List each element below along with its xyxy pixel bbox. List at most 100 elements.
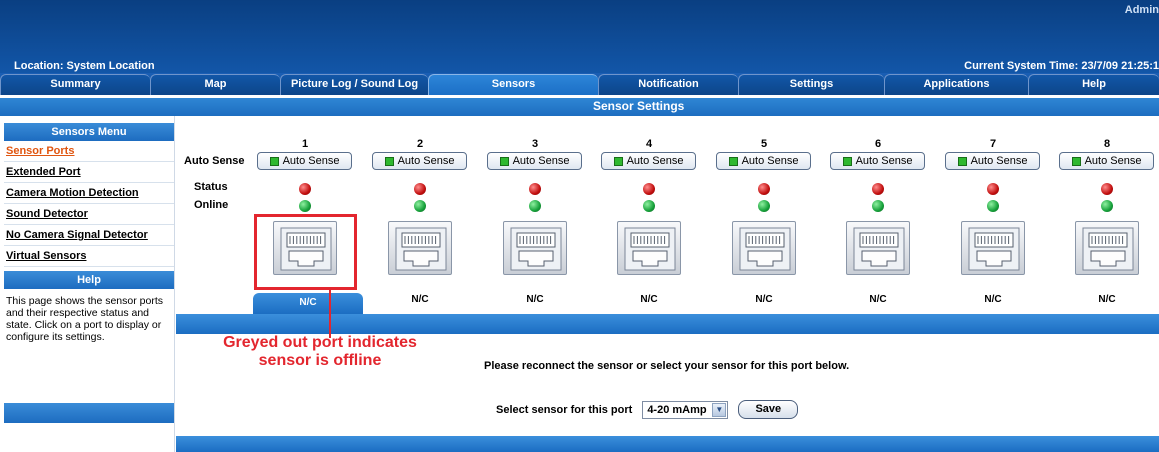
main-tabs: Summary Map Picture Log / Sound Log Sens… bbox=[0, 73, 1159, 95]
status-square-icon bbox=[842, 156, 852, 166]
annotation-callout-line bbox=[329, 290, 331, 338]
ethernet-port-icon bbox=[395, 227, 447, 271]
auto-sense-button[interactable]: Auto Sense bbox=[601, 152, 696, 170]
selected-port-tab[interactable]: N/C bbox=[253, 293, 363, 314]
port-number: 8 bbox=[1103, 138, 1111, 150]
location-label: Location: System Location bbox=[14, 60, 155, 72]
ethernet-port-icon bbox=[510, 227, 562, 271]
auto-sense-label: Auto Sense bbox=[970, 155, 1028, 167]
sidebar-item-virtual-sensors[interactable]: Virtual Sensors bbox=[4, 246, 174, 267]
port-state: N/C bbox=[869, 294, 887, 305]
sensor-port[interactable] bbox=[732, 221, 796, 275]
auto-sense-label: Auto Sense bbox=[626, 155, 684, 167]
sensor-type-value: 4-20 mAmp bbox=[647, 403, 707, 416]
auto-sense-label: Auto Sense bbox=[1084, 155, 1142, 167]
save-button[interactable]: Save bbox=[738, 400, 799, 419]
reconnect-message: Please reconnect the sensor or select yo… bbox=[484, 360, 850, 372]
status-square-icon bbox=[957, 156, 967, 166]
tab-help[interactable]: Help bbox=[1028, 74, 1159, 95]
auto-sense-button[interactable]: Auto Sense bbox=[487, 152, 582, 170]
auto-sense-label: Auto Sense bbox=[855, 155, 913, 167]
ethernet-port-icon bbox=[624, 227, 676, 271]
offline-annotation: Greyed out port indicates sensor is offl… bbox=[223, 334, 417, 369]
auto-sense-button[interactable]: Auto Sense bbox=[1059, 152, 1154, 170]
sidebar-item-no-camera-signal[interactable]: No Camera Signal Detector bbox=[4, 225, 174, 246]
status-led-icon bbox=[414, 183, 426, 195]
sidebar: Sensors Menu Sensor Ports Extended Port … bbox=[0, 116, 175, 452]
config-footer-bar bbox=[176, 436, 1159, 452]
status-square-icon bbox=[728, 156, 738, 166]
status-square-icon bbox=[384, 156, 394, 166]
sidebar-item-extended-port[interactable]: Extended Port bbox=[4, 162, 174, 183]
status-led-icon bbox=[758, 183, 770, 195]
help-text: This page shows the sensor ports and the… bbox=[6, 295, 163, 343]
online-led-icon bbox=[872, 200, 884, 212]
sidebar-footer-bar bbox=[4, 403, 174, 423]
auto-sense-button[interactable]: Auto Sense bbox=[945, 152, 1040, 170]
tab-notification[interactable]: Notification bbox=[598, 74, 738, 95]
auto-sense-button[interactable]: Auto Sense bbox=[372, 152, 467, 170]
sensor-port[interactable] bbox=[388, 221, 452, 275]
row-label-auto-sense: Auto Sense bbox=[184, 155, 245, 167]
sensor-port[interactable] bbox=[617, 221, 681, 275]
ethernet-port-icon bbox=[1082, 227, 1134, 271]
status-square-icon bbox=[269, 156, 279, 166]
sensor-type-select[interactable]: 4-20 mAmp ▼ bbox=[642, 400, 729, 419]
sensors-menu-title: Sensors Menu bbox=[4, 123, 174, 141]
port-state: N/C bbox=[526, 294, 544, 305]
auto-sense-button[interactable]: Auto Sense bbox=[716, 152, 811, 170]
help-title: Help bbox=[4, 271, 174, 289]
page-title-bar: Sensor Settings bbox=[0, 98, 1159, 116]
auto-sense-button[interactable]: Auto Sense bbox=[830, 152, 925, 170]
port-number: 6 bbox=[874, 138, 882, 150]
system-time: Current System Time: 23/7/09 21:25:1 bbox=[964, 60, 1159, 72]
tab-settings[interactable]: Settings bbox=[738, 74, 884, 95]
offline-port-highlight bbox=[254, 214, 357, 290]
auto-sense-label: Auto Sense bbox=[512, 155, 570, 167]
port-state: N/C bbox=[755, 294, 773, 305]
ethernet-port-icon bbox=[739, 227, 791, 271]
port-state: N/C bbox=[984, 294, 1002, 305]
chevron-down-icon[interactable]: ▼ bbox=[712, 402, 727, 417]
sidebar-item-sound-detector[interactable]: Sound Detector bbox=[4, 204, 174, 225]
sidebar-item-camera-motion[interactable]: Camera Motion Detection bbox=[4, 183, 174, 204]
sensor-port[interactable] bbox=[1075, 221, 1139, 275]
sidebar-item-sensor-ports[interactable]: Sensor Ports bbox=[4, 141, 174, 162]
port-number: 7 bbox=[989, 138, 997, 150]
port-number: 1 bbox=[301, 138, 309, 150]
status-led-icon bbox=[299, 183, 311, 195]
port-state: N/C bbox=[640, 294, 658, 305]
online-led-icon bbox=[987, 200, 999, 212]
online-led-icon bbox=[758, 200, 770, 212]
admin-label[interactable]: Admin bbox=[1125, 4, 1159, 16]
online-led-icon bbox=[643, 200, 655, 212]
status-square-icon bbox=[1071, 156, 1081, 166]
select-sensor-label: Select sensor for this port bbox=[496, 403, 633, 416]
select-sensor-row: Select sensor for this port 4-20 mAmp ▼ … bbox=[496, 400, 799, 419]
tab-sensors[interactable]: Sensors bbox=[428, 74, 598, 95]
app-header: Admin Location: System Location Current … bbox=[0, 0, 1159, 73]
port-number: 5 bbox=[760, 138, 768, 150]
online-led-icon bbox=[414, 200, 426, 212]
port-number: 4 bbox=[645, 138, 653, 150]
status-square-icon bbox=[613, 156, 623, 166]
sensor-port[interactable] bbox=[503, 221, 567, 275]
tab-applications[interactable]: Applications bbox=[884, 74, 1028, 95]
tab-map[interactable]: Map bbox=[150, 74, 280, 95]
row-label-online: Online bbox=[194, 199, 229, 211]
port-number: 3 bbox=[531, 138, 539, 150]
status-led-icon bbox=[872, 183, 884, 195]
tab-summary[interactable]: Summary bbox=[0, 74, 150, 95]
tab-picture-log[interactable]: Picture Log / Sound Log bbox=[280, 74, 428, 95]
port-state: N/C bbox=[411, 294, 429, 305]
ethernet-port-icon bbox=[853, 227, 905, 271]
auto-sense-button[interactable]: Auto Sense bbox=[257, 152, 352, 170]
sensor-port[interactable] bbox=[961, 221, 1025, 275]
ethernet-port-icon bbox=[968, 227, 1020, 271]
sensor-port[interactable] bbox=[846, 221, 910, 275]
status-square-icon bbox=[499, 156, 509, 166]
page-title: Sensor Settings bbox=[593, 99, 685, 113]
row-label-status: Status bbox=[194, 181, 228, 193]
config-header-bar bbox=[176, 314, 1159, 334]
port-number: 2 bbox=[416, 138, 424, 150]
